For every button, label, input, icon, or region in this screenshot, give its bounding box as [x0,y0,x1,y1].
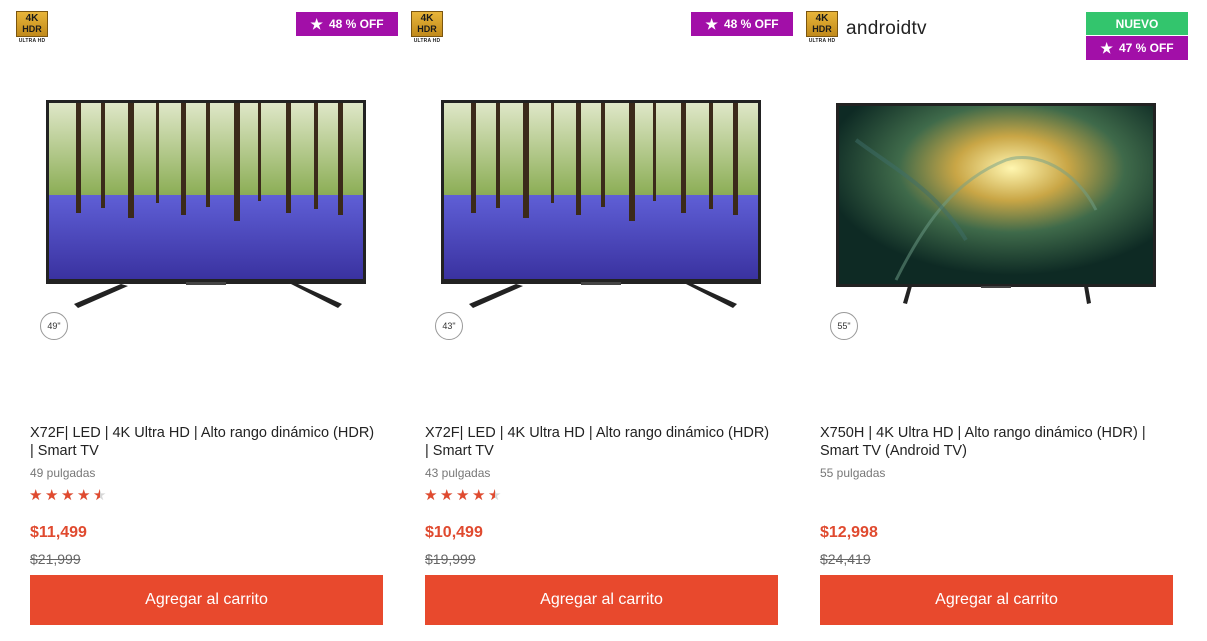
add-to-cart-button[interactable]: Agregar al carrito [425,575,778,625]
star-icon: ★ ★ [472,486,486,504]
old-price: $24,419 [820,551,871,567]
4k-hdr-logo: 4K HDR ULTRA HD [16,11,48,49]
price: $11,499 [30,524,87,541]
discount-label: 48 % OFF [723,17,779,31]
product-image-tv[interactable] [46,100,366,310]
star-icon: ★ ★ [45,486,59,504]
price: $12,998 [820,524,878,541]
product-image-tv[interactable] [441,100,761,310]
old-price: $19,999 [425,551,476,567]
android-tv-logo: androidtv [846,18,927,39]
star-icon: ★ ★ [29,486,43,504]
product-card[interactable]: 4K HDR ULTRA HD ★ 48 % OFF [16,0,398,641]
discount-badge: ★ 47 % OFF [1086,36,1188,60]
product-size: 43 pulgadas [425,466,491,480]
discount-badge: ★ 48 % OFF [296,12,398,36]
product-card[interactable]: 4K HDR ULTRA HD ★ 48 % OFF [411,0,793,641]
discount-label: 47 % OFF [1118,41,1174,55]
star-icon: ★ [310,15,323,32]
new-badge: NUEVO [1086,12,1188,35]
discount-badge: ★ 48 % OFF [691,12,793,36]
discount-label: 48 % OFF [328,17,384,31]
star-icon: ★ ★ [456,486,470,504]
star-icon: ★ ★ [440,486,454,504]
star-icon: ★ [705,15,718,32]
product-grid: 4K HDR ULTRA HD ★ 48 % OFF 49" X72F| LED… [0,0,1207,641]
product-card[interactable]: 4K HDR ULTRA HD androidtv NUEVO ★ 47 % O… [806,0,1188,641]
star-icon: ★ ★ [77,486,91,504]
product-title[interactable]: X72F| LED | 4K Ultra HD | Alto rango din… [30,424,375,460]
product-image-tv[interactable] [836,100,1156,310]
price: $10,499 [425,524,483,541]
star-icon: ★ [1100,39,1113,56]
product-size: 55 pulgadas [820,466,886,480]
rating-stars: ★ ★ ★ ★ ★ ★ ★ ★ ★ ★ [29,486,107,504]
size-chip[interactable]: 55" [830,312,858,340]
product-size: 49 pulgadas [30,466,96,480]
star-icon: ★ ★ [488,486,502,504]
add-to-cart-button[interactable]: Agregar al carrito [820,575,1173,625]
product-title[interactable]: X72F| LED | 4K Ultra HD | Alto rango din… [425,424,770,460]
4k-hdr-logo: 4K HDR ULTRA HD [411,11,443,49]
4k-hdr-logo: 4K HDR ULTRA HD [806,11,838,49]
old-price: $21,999 [30,551,81,567]
product-title[interactable]: X750H | 4K Ultra HD | Alto rango dinámic… [820,424,1165,460]
star-icon: ★ ★ [61,486,75,504]
add-to-cart-button[interactable]: Agregar al carrito [30,575,383,625]
star-icon: ★ ★ [424,486,438,504]
star-icon: ★ ★ [93,486,107,504]
size-chip[interactable]: 49" [40,312,68,340]
size-chip[interactable]: 43" [435,312,463,340]
rating-stars: ★ ★ ★ ★ ★ ★ ★ ★ ★ ★ [424,486,502,504]
